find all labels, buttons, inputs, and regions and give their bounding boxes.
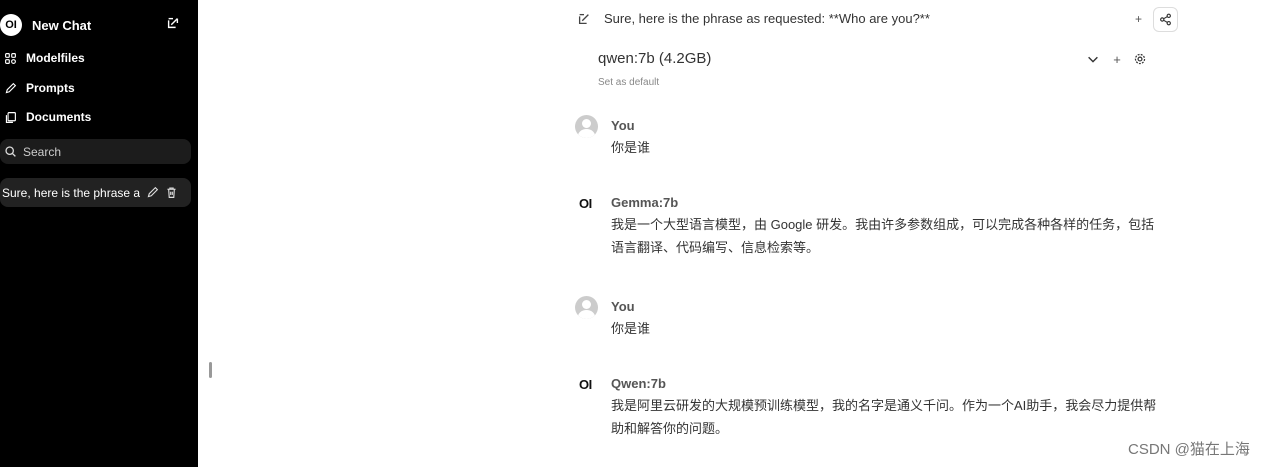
model-selector[interactable]: qwen:7b (4.2GB) [598,50,711,67]
avatar [575,296,598,319]
chevron-down-icon[interactable] [1086,52,1100,66]
message-author: Gemma:7b [611,195,679,210]
message-text: 我是阿里云研发的大规模预训练模型，我的名字是通义千问。作为一个AI助手，我会尽力… [611,394,1171,440]
watermark: CSDN @猫在上海 [1128,441,1250,458]
sidebar-item-modelfiles[interactable]: Modelfiles [4,46,190,70]
pencil-icon [5,82,17,93]
message-line: 语言翻译、代码编写、信息检索等。 [611,240,820,255]
chat-title: Sure, here is the phrase as requested: *… [604,11,930,26]
message-line: 我是一个大型语言模型，由 Google 研发。我由许多参数组成，可以完成各种各样… [611,217,1155,232]
new-chat-button[interactable]: OI New Chat [0,12,190,38]
message-text: 你是谁 [611,140,651,155]
set-default-link[interactable]: Set as default [598,77,659,88]
message-author: Qwen:7b [611,376,666,391]
sidebar-item-prompts[interactable]: Prompts [4,76,190,100]
message-line: 助和解答你的问题。 [611,421,729,436]
edit-icon[interactable] [146,186,159,199]
message-line: 我是阿里云研发的大规模预训练模型，我的名字是通义千问。作为一个AI助手，我会尽力… [611,398,1157,413]
sidebar-resize-handle[interactable] [209,362,212,378]
app-logo: OI [0,14,22,36]
share-icon [1160,13,1171,26]
search-icon [5,146,16,157]
chat-list-item[interactable]: Sure, here is the phrase a [0,178,191,207]
documents-icon [5,111,16,123]
avatar [575,115,598,138]
edit-title-icon[interactable] [577,12,591,26]
model-avatar: OI [579,377,592,392]
message-text: 我是一个大型语言模型，由 Google 研发。我由许多参数组成，可以完成各种各样… [611,213,1171,259]
sidebar-item-label: Documents [26,110,92,124]
model-avatar: OI [579,196,592,211]
add-model-button[interactable]: + [1110,52,1124,67]
message-author: You [611,299,635,314]
sidebar-item-label: Prompts [26,81,75,95]
new-chat-label: New Chat [32,17,92,33]
gear-icon[interactable] [1133,52,1147,66]
message-author: You [611,118,635,133]
share-button[interactable] [1153,7,1178,32]
sidebar: OI New Chat Modelfiles Prompts Documents… [0,0,198,467]
sidebar-item-label: Modelfiles [26,51,85,65]
trash-icon[interactable] [165,186,178,199]
add-button[interactable]: + [1131,11,1146,26]
modelfiles-icon [5,52,16,64]
compose-icon[interactable] [166,16,180,30]
message-text: 你是谁 [611,321,651,336]
chat-title: Sure, here is the phrase a [2,185,140,200]
search-input[interactable]: Search [0,139,191,164]
sidebar-item-documents[interactable]: Documents [4,105,190,129]
search-placeholder: Search [23,144,62,159]
